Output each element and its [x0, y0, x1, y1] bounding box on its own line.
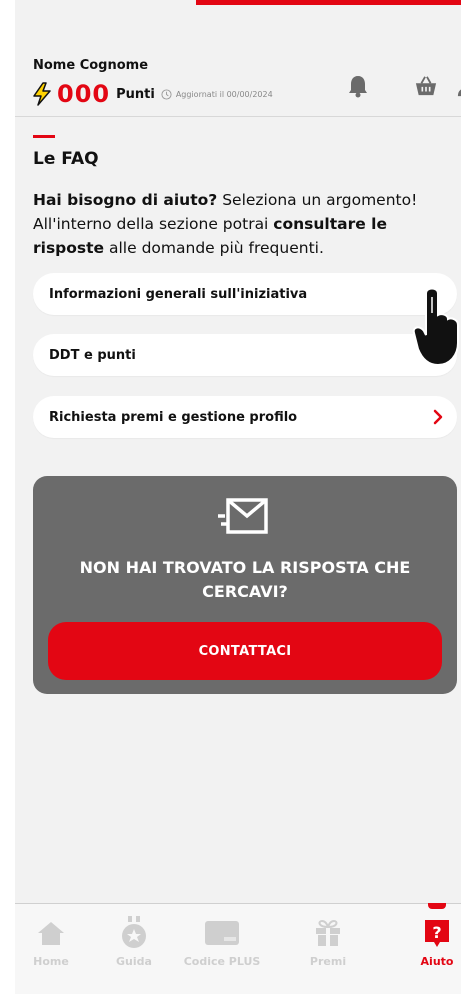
nav-item-guide[interactable]: Guida	[94, 916, 174, 968]
intro-bold-1: Hai bisogno di aiuto?	[33, 191, 218, 209]
intro-text-2: alle domande più frequenti.	[104, 239, 324, 257]
faq-item-general-info[interactable]: Informazioni generali sull'iniziativa	[33, 273, 457, 315]
nav-item-prizes[interactable]: Premi	[288, 916, 368, 968]
user-icon[interactable]	[457, 74, 461, 98]
hand-cursor-icon	[412, 287, 459, 367]
nav-label: Home	[33, 955, 69, 968]
svg-text:?: ?	[432, 923, 441, 942]
contact-card: NON HAI TROVATO LA RISPOSTA CHE CERCAVI?…	[33, 476, 457, 694]
section-accent	[33, 135, 55, 138]
faq-item-label: Informazioni generali sull'iniziativa	[49, 286, 308, 302]
contact-question: NON HAI TROVATO LA RISPOSTA CHE CERCAVI?	[79, 558, 411, 601]
points-value: 000	[57, 80, 111, 108]
mail-send-icon	[218, 498, 268, 534]
chevron-right-icon	[433, 409, 443, 425]
medal-icon	[94, 916, 174, 950]
home-icon	[15, 916, 91, 950]
user-name: Nome Cognome	[33, 58, 149, 73]
page-title: Le FAQ	[33, 149, 99, 169]
bell-icon[interactable]	[347, 74, 369, 98]
faq-item-ddt-points[interactable]: DDT e punti	[33, 334, 457, 376]
nav-label: Guida	[116, 955, 152, 968]
bottom-nav: Home Guida Codice PLUS Premi ? Aiuto	[15, 903, 461, 994]
nav-active-indicator	[428, 903, 446, 909]
nav-item-help[interactable]: ? Aiuto	[397, 916, 461, 968]
faq-intro: Hai bisogno di aiuto? Seleziona un argom…	[33, 188, 461, 260]
faq-item-label: DDT e punti	[49, 347, 136, 363]
bolt-icon	[33, 82, 51, 106]
nav-item-codice-plus[interactable]: Codice PLUS	[182, 916, 262, 968]
app-header: Nome Cognome 000 Punti Aggiornati il 00/…	[15, 0, 461, 117]
nav-label: Premi	[309, 955, 347, 968]
contact-button[interactable]: CONTATTACI	[48, 622, 442, 680]
nav-label: Codice PLUS	[183, 955, 261, 968]
nav-label: Aiuto	[420, 955, 454, 968]
clock-icon	[161, 88, 172, 100]
app-screen: Nome Cognome 000 Punti Aggiornati il 00/…	[15, 0, 461, 994]
points-row: 000 Punti Aggiornati il 00/00/2024	[31, 80, 273, 108]
card-icon	[182, 916, 262, 950]
faq-item-label: Richiesta premi e gestione profilo	[49, 409, 298, 425]
help-icon: ?	[397, 916, 461, 950]
faq-item-prizes-profile[interactable]: Richiesta premi e gestione profilo	[33, 396, 457, 438]
updated-timestamp: Aggiornati il 00/00/2024	[175, 89, 273, 99]
gift-icon	[288, 916, 368, 950]
points-label: Punti	[116, 86, 155, 102]
basket-icon[interactable]	[415, 74, 437, 98]
nav-item-home[interactable]: Home	[15, 916, 91, 968]
